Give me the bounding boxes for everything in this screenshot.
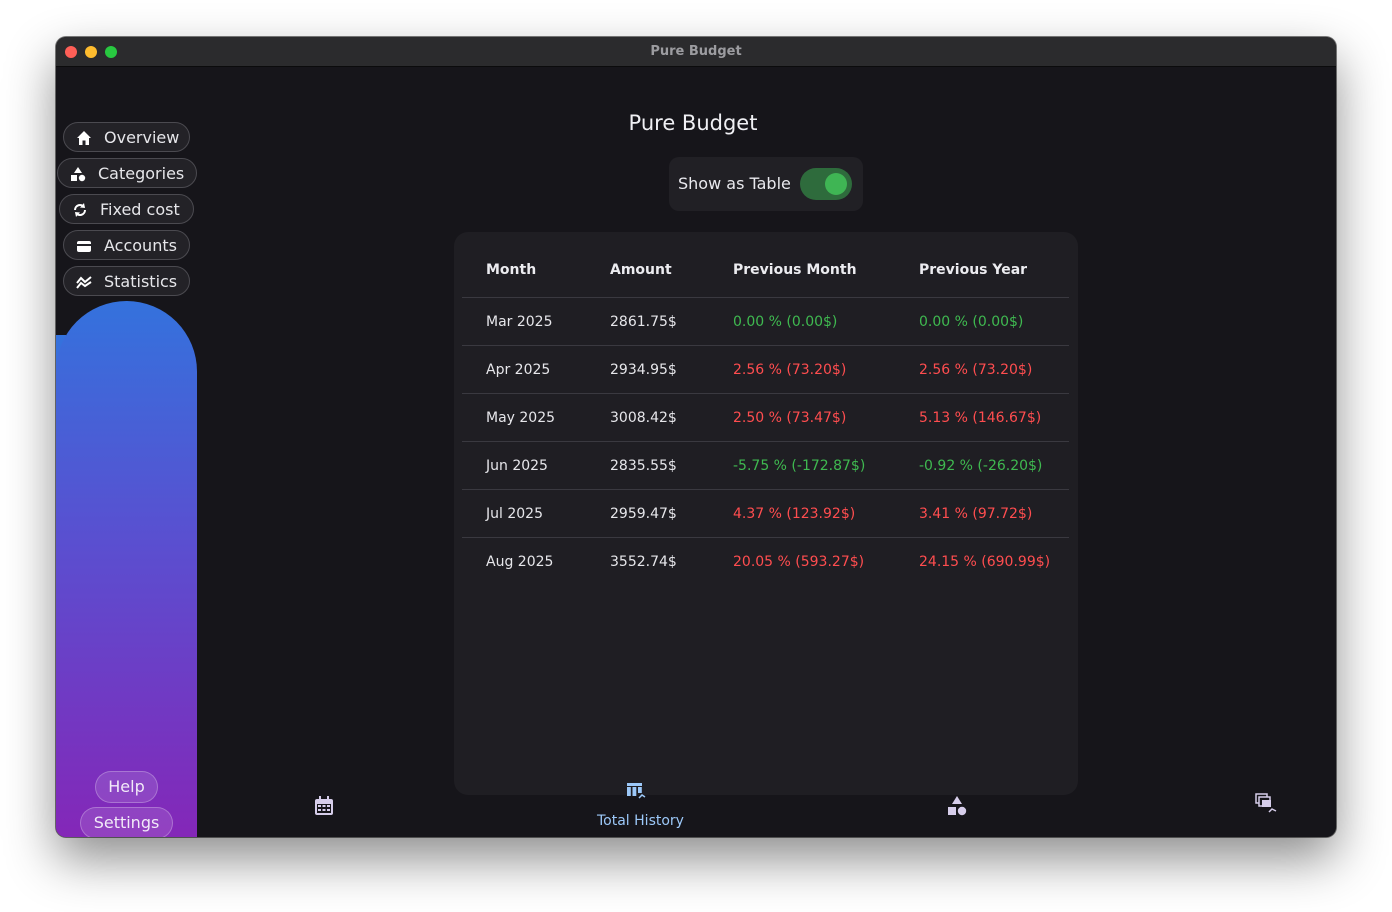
table-body: Mar 2025 2861.75$ 0.00 % (0.00$) 0.00 % (0.… — [462, 297, 1069, 586]
switch-knob — [825, 173, 847, 195]
cell-amount: 2861.75$ — [586, 297, 709, 346]
sidebar-item-fixed-cost[interactable]: Fixed cost — [59, 194, 194, 224]
cell-amount: 3552.74$ — [610, 553, 677, 570]
cell-month: Aug 2025 — [486, 553, 554, 570]
table-header-row: Month Amount Previous Month Previous Yea… — [462, 242, 1069, 298]
app-content: Overview Categories Fixed cost Accounts … — [56, 67, 1336, 837]
table-row: Aug 2025 3552.74$ 20.05 % (593.27$) 24.15 %… — [462, 538, 1069, 586]
cell-amount: 2959.47$ — [586, 489, 709, 538]
history-table-card: Month Amount Previous Month Previous Yea… — [454, 232, 1078, 795]
cell-month: May 2025 — [462, 393, 586, 442]
cell-previous-month: 0.00 % (0.00$) — [709, 297, 895, 346]
stacked-table-icon[interactable] — [1255, 793, 1277, 815]
cell-month: Apr 2025 — [462, 345, 586, 394]
table-row: Jul 2025 2959.47$ 4.37 % (123.92$) 3.41 % (… — [462, 489, 1069, 538]
cell-previous-month: 4.37 % (123.92$) — [709, 489, 895, 538]
show-as-table-toggle-card: Show as Table — [669, 157, 863, 211]
toggle-label: Show as Table — [678, 174, 791, 193]
shapes-icon[interactable] — [946, 795, 968, 817]
table-row: May 2025 3008.42$ 2.50 % (73.47$) 5.13 % (1… — [462, 393, 1069, 442]
cell-month: Jun 2025 — [462, 441, 586, 490]
sidebar-item-accounts[interactable]: Accounts — [63, 230, 190, 260]
cell-amount: 2934.95$ — [586, 345, 709, 394]
calendar-icon[interactable] — [313, 795, 335, 817]
home-icon — [77, 131, 91, 145]
sidebar-item-label: Categories — [98, 164, 185, 183]
sidebar-item-statistics[interactable]: Statistics — [63, 266, 190, 296]
sidebar-item-label: Fixed cost — [100, 200, 180, 219]
sidebar-item-label: Accounts — [104, 236, 177, 255]
cell-previous-month: 2.50 % (73.47$) — [709, 393, 895, 442]
page-title: Pure Budget — [628, 111, 758, 135]
header-previous-month: Previous Month — [709, 242, 895, 298]
cell-previous-year: -0.92 % (-26.20$) — [895, 441, 1069, 490]
wallet-icon — [77, 241, 91, 252]
cell-previous-month: 20.05 % (593.27$) — [733, 553, 865, 570]
table-history-icon[interactable] — [625, 780, 647, 802]
cell-previous-year: 0.00 % (0.00$) — [895, 297, 1069, 346]
cell-previous-month: -5.75 % (-172.87$) — [709, 441, 895, 490]
history-table: Month Amount Previous Month Previous Yea… — [462, 242, 1069, 585]
sidebar-item-categories[interactable]: Categories — [57, 158, 197, 188]
cell-previous-month: 2.56 % (73.20$) — [709, 345, 895, 394]
table-row: Jun 2025 2835.55$ -5.75 % (-172.87$) -0.92 … — [462, 441, 1069, 490]
header-month: Month — [462, 242, 586, 298]
table-row: Apr 2025 2934.95$ 2.56 % (73.20$) 2.56 % (7… — [462, 345, 1069, 394]
app-window: Pure Budget Overview Categories Fixed co… — [56, 37, 1336, 837]
sync-icon — [74, 203, 86, 217]
cell-amount: 3008.42$ — [586, 393, 709, 442]
sidebar-item-label: Statistics — [104, 272, 178, 291]
sidebar-item-label: Overview — [104, 128, 180, 147]
sidebar-item-overview[interactable]: Overview — [63, 122, 190, 152]
total-history-tab-label[interactable]: Total History — [597, 813, 684, 829]
stats-icon — [76, 276, 92, 289]
settings-button[interactable]: Settings — [80, 807, 173, 837]
bottom-navigation: Total History — [197, 783, 1336, 837]
title-bar: Pure Budget — [56, 37, 1336, 67]
cell-previous-year: 24.15 % (690.99$) — [919, 553, 1051, 570]
header-previous-year: Previous Year — [895, 242, 1069, 298]
sidebar: Overview Categories Fixed cost Accounts … — [56, 67, 197, 837]
sidebar-gradient — [56, 301, 197, 837]
cell-month: Mar 2025 — [462, 297, 586, 346]
help-button[interactable]: Help — [95, 771, 158, 803]
cell-month: Jul 2025 — [462, 489, 586, 538]
cell-previous-year: 3.41 % (97.72$) — [895, 489, 1069, 538]
cell-previous-year: 2.56 % (73.20$) — [895, 345, 1069, 394]
shapes-icon — [71, 167, 86, 182]
header-amount: Amount — [586, 242, 709, 298]
window-title: Pure Budget — [650, 44, 742, 59]
show-as-table-switch[interactable] — [800, 168, 852, 200]
cell-amount: 2835.55$ — [586, 441, 709, 490]
table-row: Mar 2025 2861.75$ 0.00 % (0.00$) 0.00 % (0.… — [462, 297, 1069, 346]
cell-previous-year: 5.13 % (146.67$) — [895, 393, 1069, 442]
